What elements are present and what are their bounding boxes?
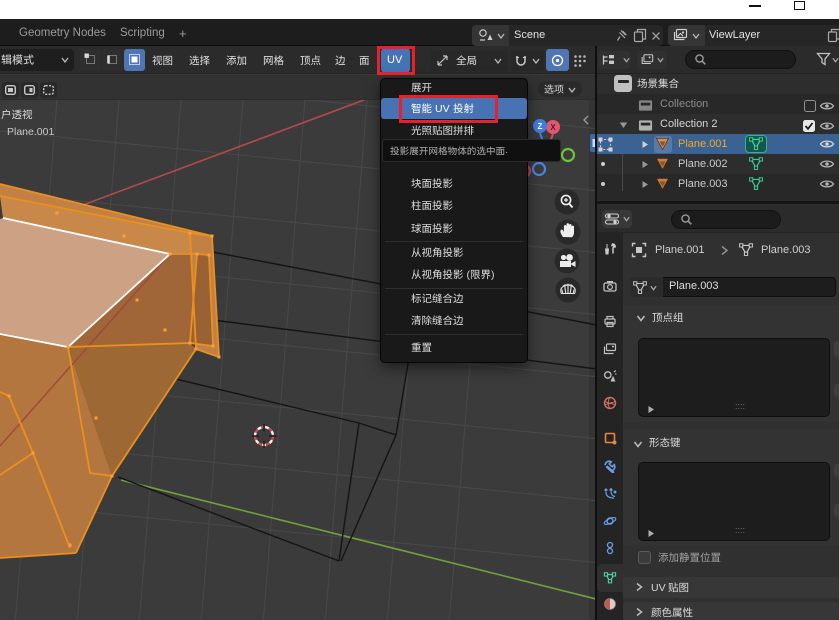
svg-text:X: X bbox=[550, 123, 556, 132]
svg-text:Z: Z bbox=[538, 122, 543, 131]
